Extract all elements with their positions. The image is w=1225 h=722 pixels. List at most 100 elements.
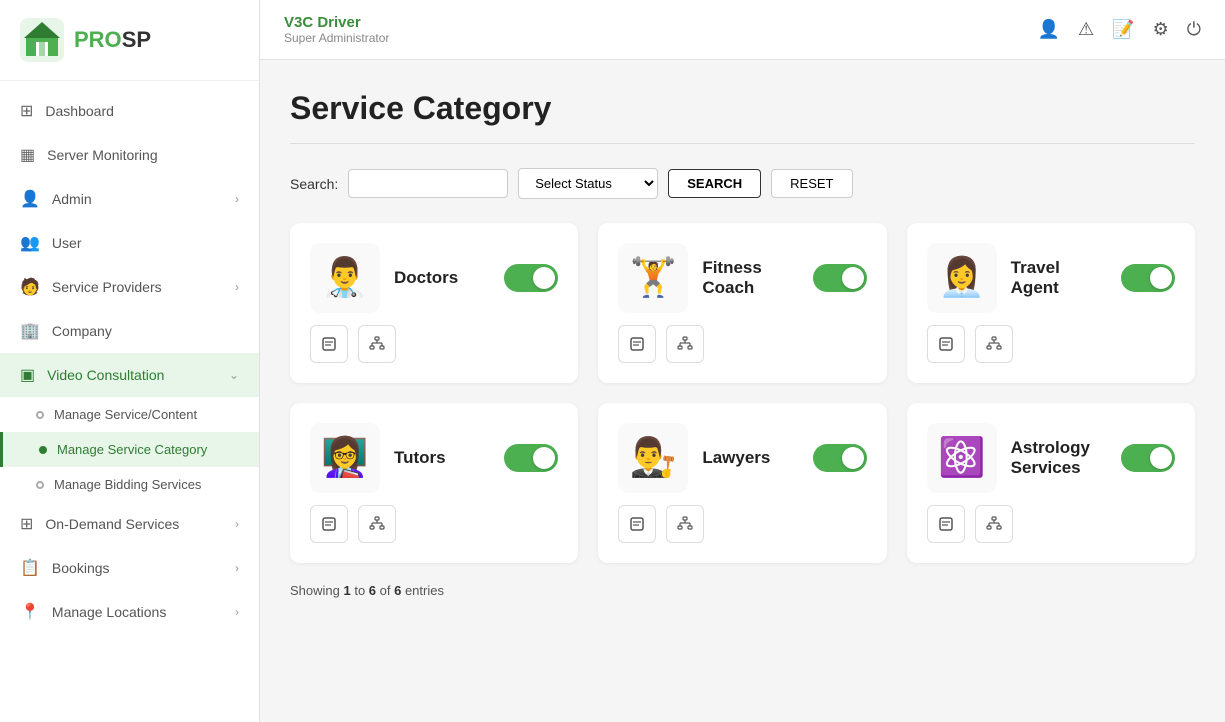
- subnav-dot-icon: [39, 446, 47, 454]
- logo-icon: [20, 18, 64, 62]
- admin-icon: 👤: [20, 189, 40, 209]
- card-label: Astrology Services: [1011, 438, 1107, 478]
- card-doctors: 👨‍⚕️ Doctors: [290, 223, 578, 383]
- sidebar-item-label: Service Providers: [52, 279, 162, 295]
- power-icon[interactable]: ⏻: [1187, 19, 1201, 40]
- search-input[interactable]: [348, 169, 508, 198]
- card-toggle[interactable]: [813, 264, 867, 292]
- sidebar-item-company[interactable]: 🏢 Company: [0, 309, 259, 353]
- card-image: 🏋️: [618, 243, 688, 313]
- chevron-right-icon: ›: [235, 280, 239, 294]
- card-structure-button[interactable]: [666, 325, 704, 363]
- user-profile-icon[interactable]: 👤: [1038, 19, 1060, 40]
- card-label: Fitness Coach: [702, 258, 798, 298]
- card-toggle[interactable]: [504, 264, 558, 292]
- card-edit-button[interactable]: [618, 505, 656, 543]
- card-top: 👩‍🏫 Tutors: [310, 423, 558, 493]
- pagination-text: Showing 1 to 6 of 6 entries: [290, 583, 1195, 598]
- card-top: 👩‍💼 Travel Agent: [927, 243, 1175, 313]
- sidebar-item-manage-service-content[interactable]: Manage Service/Content: [0, 397, 259, 432]
- sidebar-item-label: Manage Locations: [52, 604, 166, 620]
- subnav-dot-icon: [36, 411, 44, 419]
- card-edit-button[interactable]: [927, 325, 965, 363]
- sidebar-item-on-demand-services[interactable]: ⊞ On-Demand Services ›: [0, 502, 259, 546]
- sidebar-item-video-consultation[interactable]: ▣ Video Consultation ⌄: [0, 353, 259, 397]
- card-astrology-services: ⚛️ Astrology Services: [907, 403, 1195, 563]
- edit-icon[interactable]: 📝: [1112, 19, 1134, 40]
- header-subtitle: Super Administrator: [284, 31, 389, 45]
- title-divider: [290, 143, 1195, 144]
- sidebar-item-user[interactable]: 👥 User: [0, 221, 259, 265]
- card-lawyers: 👨‍⚖️ Lawyers: [598, 403, 886, 563]
- sidebar-item-label: Admin: [52, 191, 92, 207]
- sidebar-item-label: Bookings: [52, 560, 110, 576]
- header-title: V3C Driver: [284, 14, 389, 31]
- card-image: 👨‍⚖️: [618, 423, 688, 493]
- card-toggle[interactable]: [504, 444, 558, 472]
- company-icon: 🏢: [20, 321, 40, 341]
- logo-text: PROSP: [74, 27, 151, 53]
- card-structure-button[interactable]: [975, 325, 1013, 363]
- sidebar: PROSP ⊞ Dashboard ▦ Server Monitoring 👤 …: [0, 0, 260, 722]
- card-image: 👩‍🏫: [310, 423, 380, 493]
- card-structure-button[interactable]: [358, 505, 396, 543]
- card-toggle[interactable]: [1121, 264, 1175, 292]
- dashboard-icon: ⊞: [20, 101, 33, 121]
- chevron-right-icon: ›: [235, 192, 239, 206]
- sidebar-item-label: Company: [52, 323, 112, 339]
- card-structure-button[interactable]: [975, 505, 1013, 543]
- header: V3C Driver Super Administrator 👤 ⚠ 📝 ⚙ ⏻: [260, 0, 1225, 60]
- sidebar-item-label: Dashboard: [45, 103, 114, 119]
- card-actions: [310, 325, 558, 363]
- sidebar-subnav-label: Manage Bidding Services: [54, 477, 201, 492]
- card-image: 👨‍⚕️: [310, 243, 380, 313]
- card-toggle[interactable]: [1121, 444, 1175, 472]
- logo: PROSP: [0, 0, 259, 81]
- card-edit-button[interactable]: [310, 325, 348, 363]
- content-area: Service Category Search: Select StatusAc…: [260, 60, 1225, 722]
- card-actions: [310, 505, 558, 543]
- card-travel-agent: 👩‍💼 Travel Agent: [907, 223, 1195, 383]
- server-monitoring-icon: ▦: [20, 145, 35, 165]
- card-label: Lawyers: [702, 448, 798, 468]
- sidebar-item-service-providers[interactable]: 🧑 Service Providers ›: [0, 265, 259, 309]
- sidebar-item-admin[interactable]: 👤 Admin ›: [0, 177, 259, 221]
- manage-locations-icon: 📍: [20, 602, 40, 622]
- card-edit-button[interactable]: [310, 505, 348, 543]
- reset-button[interactable]: RESET: [771, 169, 852, 198]
- card-actions: [927, 325, 1175, 363]
- card-actions: [618, 505, 866, 543]
- sidebar-item-manage-bidding-services[interactable]: Manage Bidding Services: [0, 467, 259, 502]
- sidebar-item-label: User: [52, 235, 82, 251]
- card-image: ⚛️: [927, 423, 997, 493]
- status-select[interactable]: Select StatusActiveInactive: [518, 168, 658, 199]
- video-consultation-icon: ▣: [20, 365, 35, 385]
- sidebar-subnav-label: Manage Service/Content: [54, 407, 197, 422]
- card-structure-button[interactable]: [666, 505, 704, 543]
- card-structure-button[interactable]: [358, 325, 396, 363]
- main-area: V3C Driver Super Administrator 👤 ⚠ 📝 ⚙ ⏻…: [260, 0, 1225, 722]
- card-label: Travel Agent: [1011, 258, 1107, 298]
- sidebar-item-manage-service-category[interactable]: Manage Service Category: [0, 432, 259, 467]
- search-button[interactable]: SEARCH: [668, 169, 761, 198]
- card-top: 👨‍⚕️ Doctors: [310, 243, 558, 313]
- card-actions: [618, 325, 866, 363]
- card-toggle[interactable]: [813, 444, 867, 472]
- card-top: 🏋️ Fitness Coach: [618, 243, 866, 313]
- sidebar-item-dashboard[interactable]: ⊞ Dashboard: [0, 89, 259, 133]
- card-top: 👨‍⚖️ Lawyers: [618, 423, 866, 493]
- sidebar-item-manage-locations[interactable]: 📍 Manage Locations ›: [0, 590, 259, 634]
- chevron-down-icon: ⌄: [229, 368, 239, 382]
- page-title: Service Category: [290, 90, 1195, 127]
- card-edit-button[interactable]: [618, 325, 656, 363]
- sidebar-item-label: On-Demand Services: [45, 516, 179, 532]
- settings-icon[interactable]: ⚙: [1153, 19, 1169, 40]
- search-label: Search:: [290, 176, 338, 192]
- alert-icon[interactable]: ⚠: [1078, 19, 1094, 40]
- sidebar-item-server-monitoring[interactable]: ▦ Server Monitoring: [0, 133, 259, 177]
- on-demand-icon: ⊞: [20, 514, 33, 534]
- card-edit-button[interactable]: [927, 505, 965, 543]
- sidebar-subnav-label: Manage Service Category: [57, 442, 207, 457]
- sidebar-item-bookings[interactable]: 📋 Bookings ›: [0, 546, 259, 590]
- header-icons: 👤 ⚠ 📝 ⚙ ⏻: [1038, 19, 1201, 40]
